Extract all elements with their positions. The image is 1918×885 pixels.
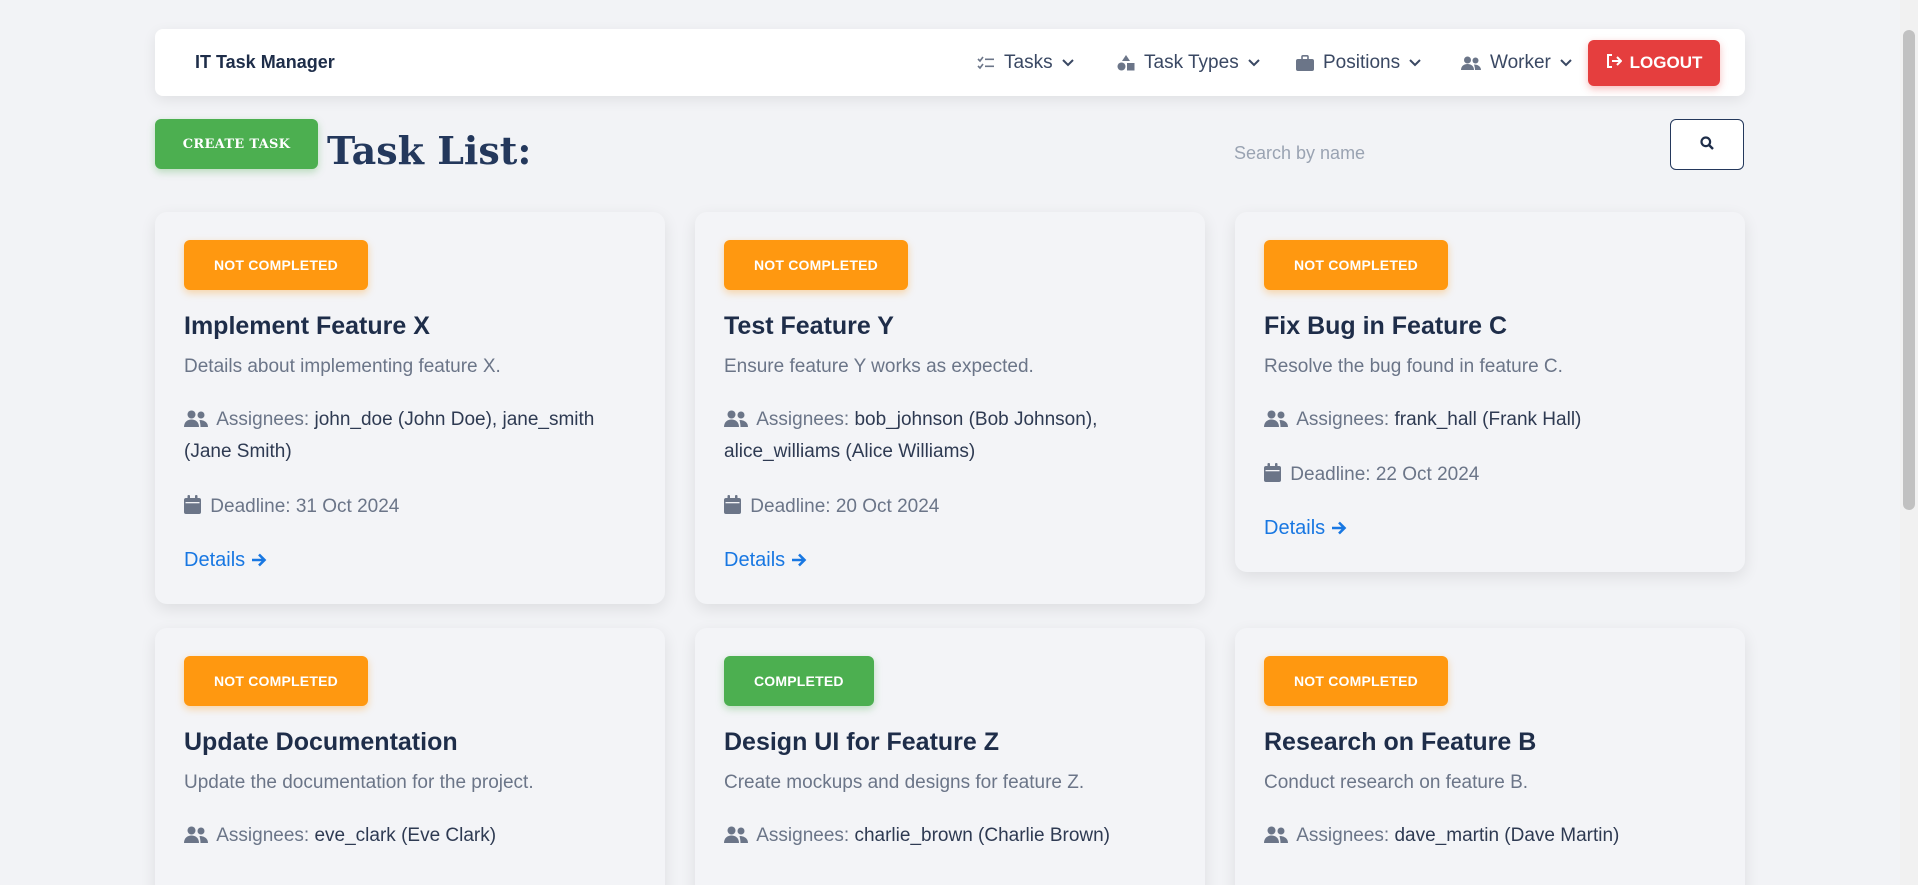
assignees-label: Assignees: [216,409,310,430]
arrow-right-icon [792,553,807,567]
task-title: Fix Bug in Feature C [1264,312,1508,340]
assignees-label: Assignees: [1296,825,1390,846]
details-label: Details [1264,517,1326,539]
task-title: Update Documentation [184,728,458,756]
task-description: Conduct research on feature B. [1264,772,1529,793]
task-assignees: Assignees: frank_hall (Frank Hall) [1264,404,1714,436]
task-card: COMPLETED Design UI for Feature Z Create… [695,628,1205,885]
calendar-icon [1264,463,1281,482]
nav-worker-dropdown[interactable]: Worker [1461,29,1572,96]
task-deadline: Deadline: 31 Oct 2024 [184,494,399,520]
page: IT Task Manager Tasks Task Types Positio… [0,0,1918,885]
users-icon [184,410,208,427]
task-card: NOT COMPLETED Test Feature Y Ensure feat… [695,212,1205,604]
assignees-value: dave_martin (Dave Martin) [1394,825,1620,846]
assignees-label: Assignees: [756,825,850,846]
assignees-label: Assignees: [1296,409,1390,430]
task-card: NOT COMPLETED Research on Feature B Cond… [1235,628,1745,885]
arrow-right-icon [252,553,267,567]
search-button[interactable] [1670,119,1744,170]
calendar-icon [184,495,201,514]
assignees-label: Assignees: [216,825,310,846]
deadline-text: Deadline: 31 Oct 2024 [210,496,400,517]
task-assignees: Assignees: charlie_brown (Charlie Brown) [724,820,1174,852]
sign-out-icon [1606,53,1623,73]
task-card: NOT COMPLETED Fix Bug in Feature C Resol… [1235,212,1745,572]
task-description: Ensure feature Y works as expected. [724,356,1034,377]
nav-tasks-label: Tasks [1004,51,1053,73]
top-navbar: IT Task Manager Tasks Task Types Positio… [155,29,1745,96]
brand-title[interactable]: IT Task Manager [195,29,335,96]
create-task-button[interactable]: CREATE TASK [155,119,318,169]
users-icon [184,826,208,843]
deadline-text: Deadline: 20 Oct 2024 [750,496,940,517]
tasks-checklist-icon [977,56,995,70]
task-title: Design UI for Feature Z [724,728,1000,756]
assignees-value: charlie_brown (Charlie Brown) [854,825,1111,846]
status-badge: COMPLETED [724,656,874,706]
task-description: Create mockups and designs for feature Z… [724,772,1085,793]
chevron-down-icon [1560,58,1572,67]
users-icon [1264,410,1288,427]
task-assignees: Assignees: bob_johnson (Bob Johnson), al… [724,404,1174,468]
status-badge: NOT COMPLETED [1264,656,1448,706]
task-card: NOT COMPLETED Implement Feature X Detail… [155,212,665,604]
assignees-value: eve_clark (Eve Clark) [314,825,497,846]
task-title: Research on Feature B [1264,728,1537,756]
nav-worker-label: Worker [1490,51,1551,73]
chevron-down-icon [1409,58,1421,67]
shapes-icon [1117,54,1135,71]
logout-button[interactable]: LOGOUT [1588,40,1720,86]
task-deadline: Deadline: 20 Oct 2024 [724,494,939,520]
status-badge: NOT COMPLETED [724,240,908,290]
nav-task-types-dropdown[interactable]: Task Types [1117,29,1260,96]
assignees-value: frank_hall (Frank Hall) [1394,409,1582,430]
task-assignees: Assignees: dave_martin (Dave Martin) [1264,820,1714,852]
task-details-link[interactable]: Details [184,547,267,573]
briefcase-icon [1296,54,1314,71]
nav-positions-label: Positions [1323,51,1401,73]
task-title: Implement Feature X [184,312,430,340]
task-assignees: Assignees: john_doe (John Doe), jane_smi… [184,404,634,468]
details-label: Details [724,549,786,571]
deadline-text: Deadline: 22 Oct 2024 [1290,464,1480,485]
users-icon [1264,826,1288,843]
task-title: Test Feature Y [724,312,894,340]
users-icon [724,826,748,843]
task-details-link[interactable]: Details [1264,515,1347,541]
page-title: Task List: [327,128,532,173]
chevron-down-icon [1061,58,1074,67]
task-deadline: Deadline: 22 Oct 2024 [1264,462,1479,488]
scrollbar-thumb[interactable] [1903,30,1915,510]
task-card: NOT COMPLETED Update Documentation Updat… [155,628,665,885]
chevron-down-icon [1247,58,1260,67]
status-badge: NOT COMPLETED [184,240,368,290]
logout-label: LOGOUT [1629,53,1703,72]
task-details-link[interactable]: Details [724,547,807,573]
status-badge: NOT COMPLETED [184,656,368,706]
nav-positions-dropdown[interactable]: Positions [1296,29,1421,96]
users-icon [724,410,748,427]
details-label: Details [184,549,246,571]
status-badge: NOT COMPLETED [1264,240,1448,290]
task-assignees: Assignees: eve_clark (Eve Clark) [184,820,634,852]
task-description: Details about implementing feature X. [184,356,501,377]
search-input[interactable] [1222,133,1666,173]
users-icon [1461,56,1481,70]
calendar-icon [724,495,741,514]
assignees-label: Assignees: [756,409,850,430]
task-description: Resolve the bug found in feature C. [1264,356,1563,377]
search-icon [1700,136,1714,153]
arrow-right-icon [1332,521,1347,535]
nav-task-types-label: Task Types [1144,51,1239,73]
nav-tasks-dropdown[interactable]: Tasks [977,29,1074,96]
task-description: Update the documentation for the project… [184,772,534,793]
